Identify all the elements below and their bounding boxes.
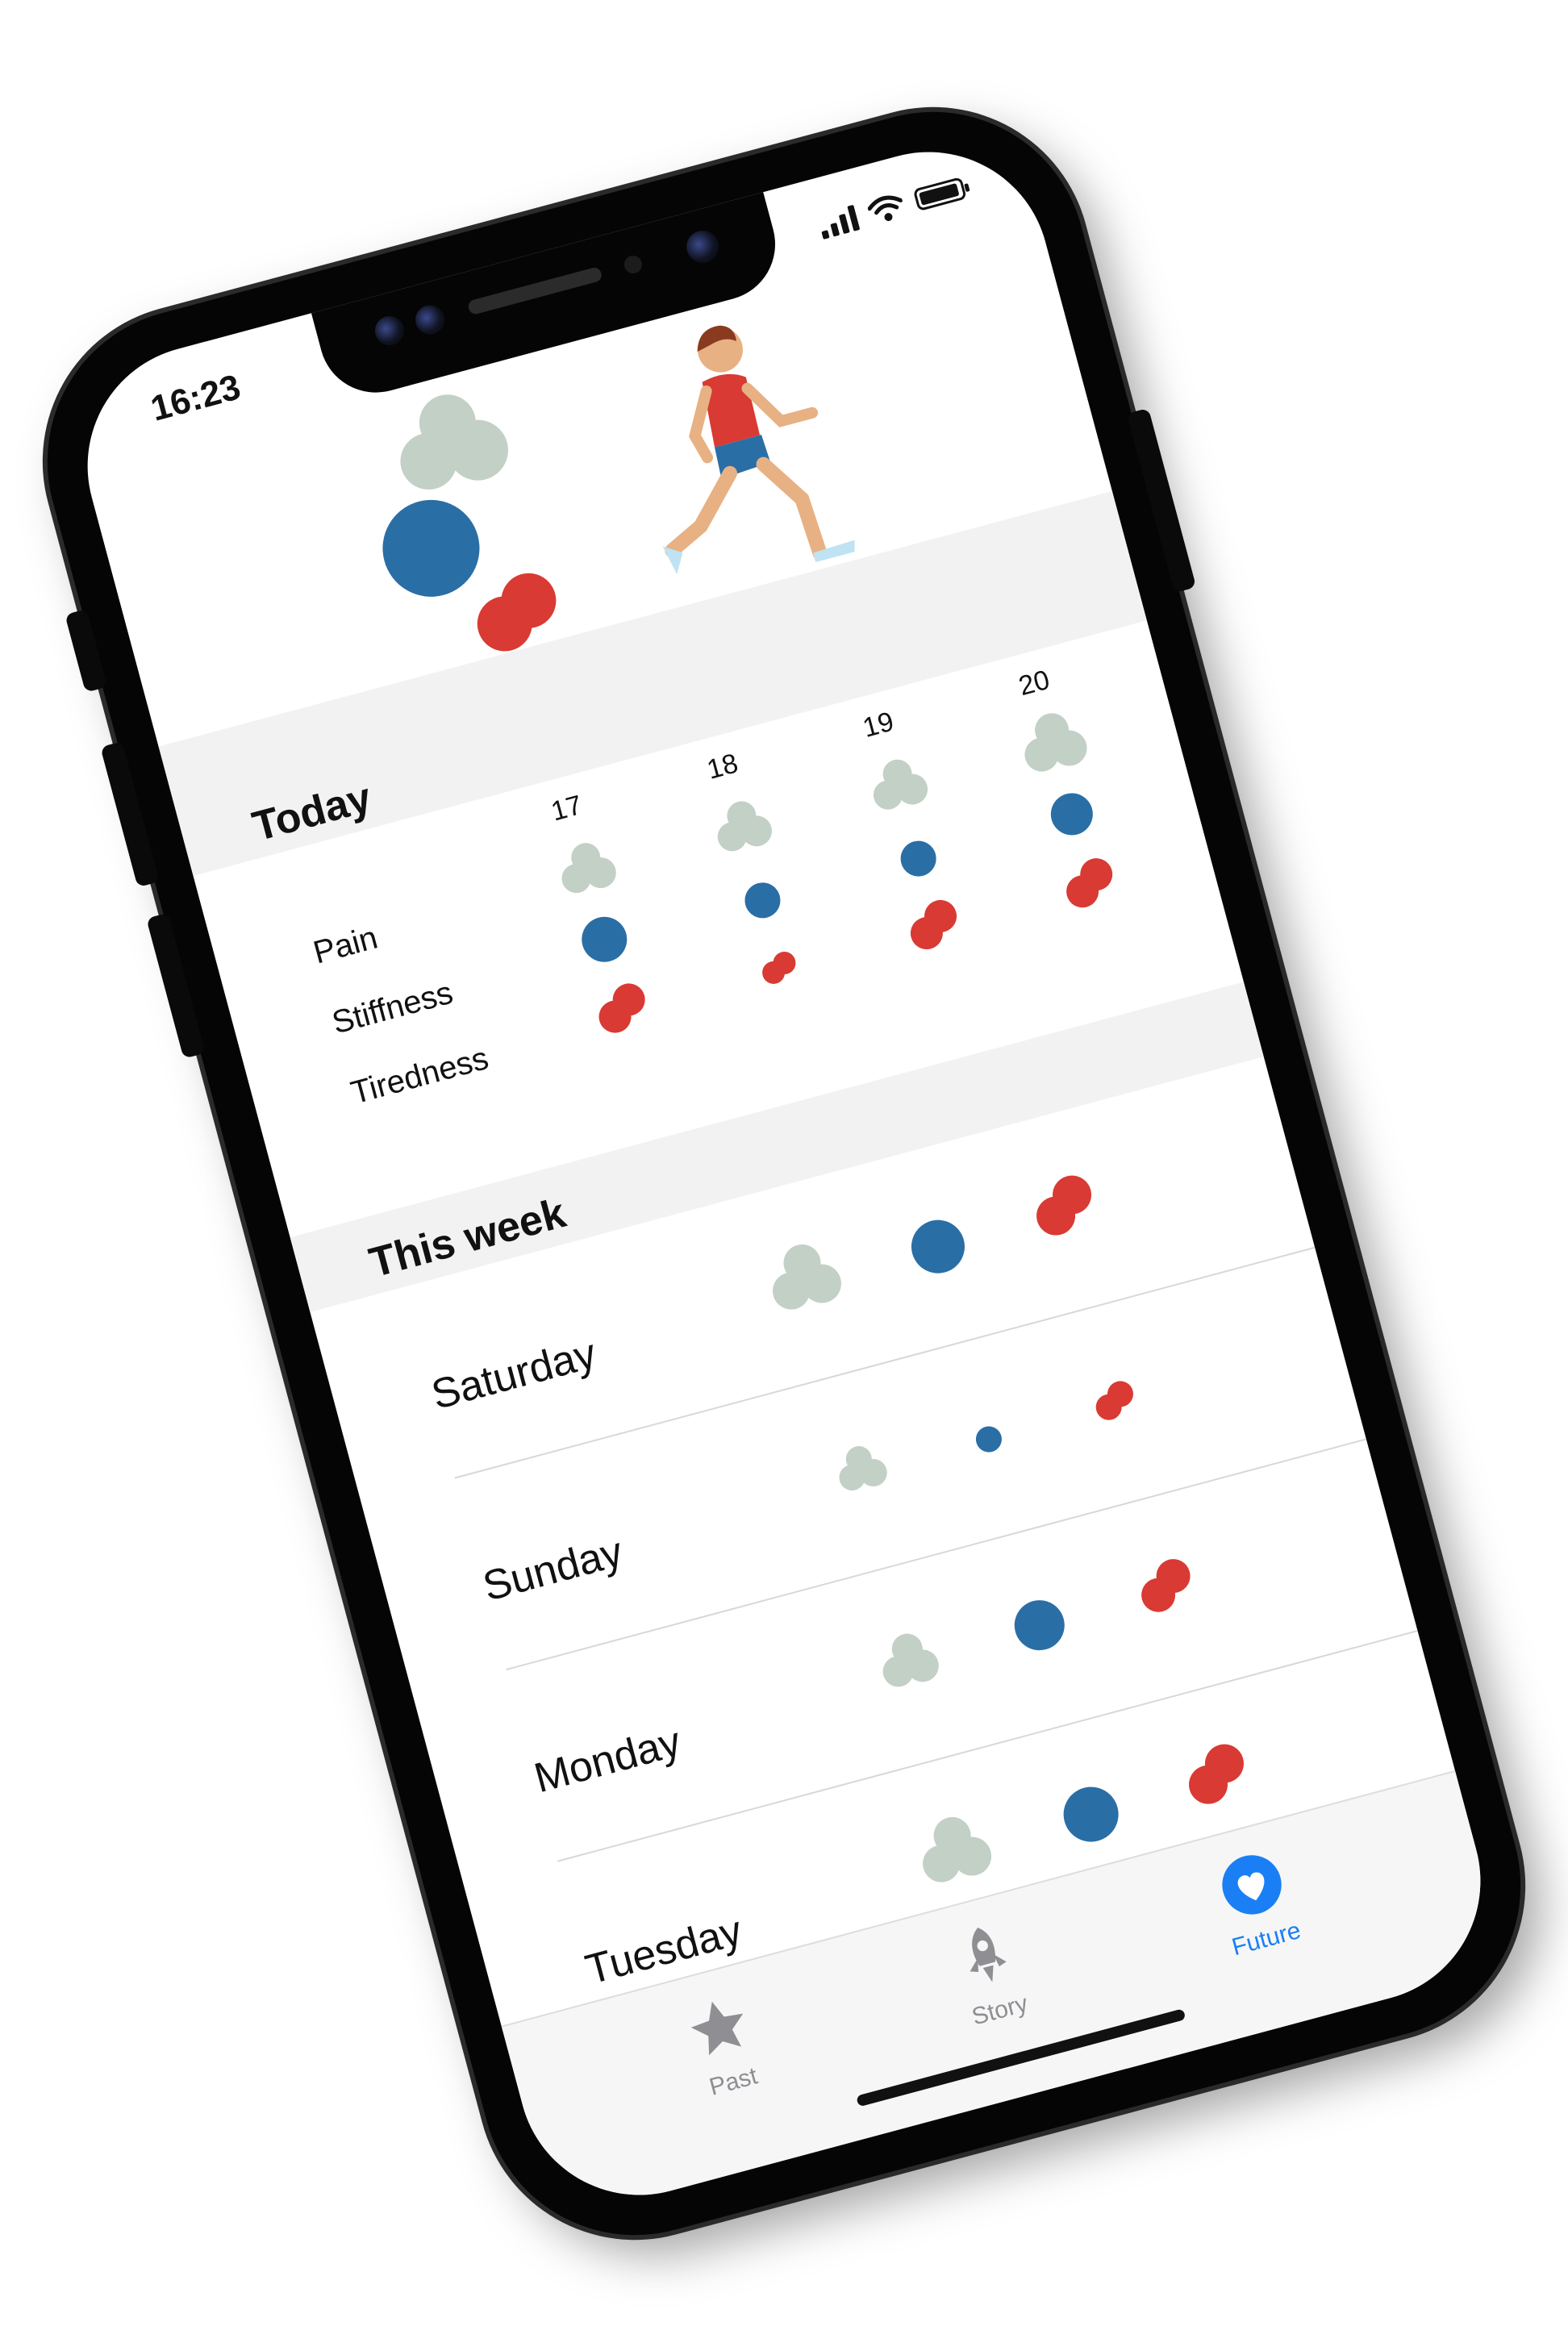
stiffness-dot	[740, 878, 785, 923]
front-camera-icon	[682, 227, 723, 267]
status-time: 16:23	[146, 367, 245, 429]
tiredness-dot	[1180, 1739, 1257, 1810]
screen: 16:23 Today 17 18 19 20 Pain Stiffness T…	[60, 124, 1508, 2223]
stiffness-dot	[973, 1423, 1005, 1456]
pain-dot	[762, 1236, 849, 1317]
stiffness-dot	[896, 836, 940, 881]
stiffness-dot	[1046, 788, 1098, 840]
camera-icon	[371, 312, 407, 349]
pain-dot	[554, 836, 621, 898]
pain-dot	[710, 794, 777, 856]
signal-icon	[816, 203, 861, 240]
tiredness-dot	[592, 978, 659, 1040]
pain-blob-large	[386, 381, 519, 503]
tiredness-dot	[1091, 1378, 1142, 1424]
pain-dot	[832, 1440, 890, 1495]
metric-label-pain: Pain	[309, 919, 382, 971]
tiredness-dot	[1134, 1554, 1202, 1617]
stiffness-dot	[1057, 1780, 1125, 1849]
metric-label-stiffness: Stiffness	[328, 974, 457, 1041]
phone: 16:23 Today 17 18 19 20 Pain Stiffness T…	[13, 77, 1555, 2270]
week-day-name: Sunday	[477, 1528, 628, 1611]
stage: 16:23 Today 17 18 19 20 Pain Stiffness T…	[0, 0, 1568, 2347]
pain-dot	[865, 753, 932, 815]
tiredness-dot	[758, 948, 806, 990]
day-label: 17	[548, 790, 586, 827]
sensor-icon	[622, 253, 644, 276]
day-label: 19	[859, 706, 898, 744]
tab-past[interactable]: Past	[609, 1970, 838, 2123]
metric-label-tiredness: Tiredness	[347, 1040, 493, 1111]
camera-icon	[412, 302, 448, 338]
speaker-grille	[466, 265, 603, 316]
tiredness-dot	[1059, 853, 1126, 915]
week-day-name: Monday	[529, 1718, 686, 1803]
tab-future[interactable]: Future	[1142, 1827, 1371, 1980]
runner-illustration	[662, 325, 855, 575]
stiffness-dot	[1008, 1595, 1070, 1657]
star-icon	[690, 2001, 744, 2056]
battery-icon	[912, 177, 967, 212]
rocket-icon	[970, 1928, 1007, 1982]
stiffness-dot	[576, 911, 632, 968]
week-day-name: Saturday	[427, 1330, 602, 1419]
tab-story[interactable]: Story	[876, 1898, 1105, 2051]
tiredness-dot	[903, 894, 970, 956]
status-icons	[816, 174, 967, 240]
day-label: 18	[703, 748, 741, 786]
heart-icon	[1222, 1855, 1282, 1915]
pain-dot	[912, 1808, 999, 1890]
stiffness-dot	[905, 1214, 971, 1280]
tiredness-dot	[1028, 1170, 1105, 1241]
day-label: 20	[1015, 664, 1053, 702]
pain-dot	[1015, 706, 1092, 777]
pain-dot	[874, 1628, 943, 1692]
wifi-icon	[867, 195, 903, 222]
